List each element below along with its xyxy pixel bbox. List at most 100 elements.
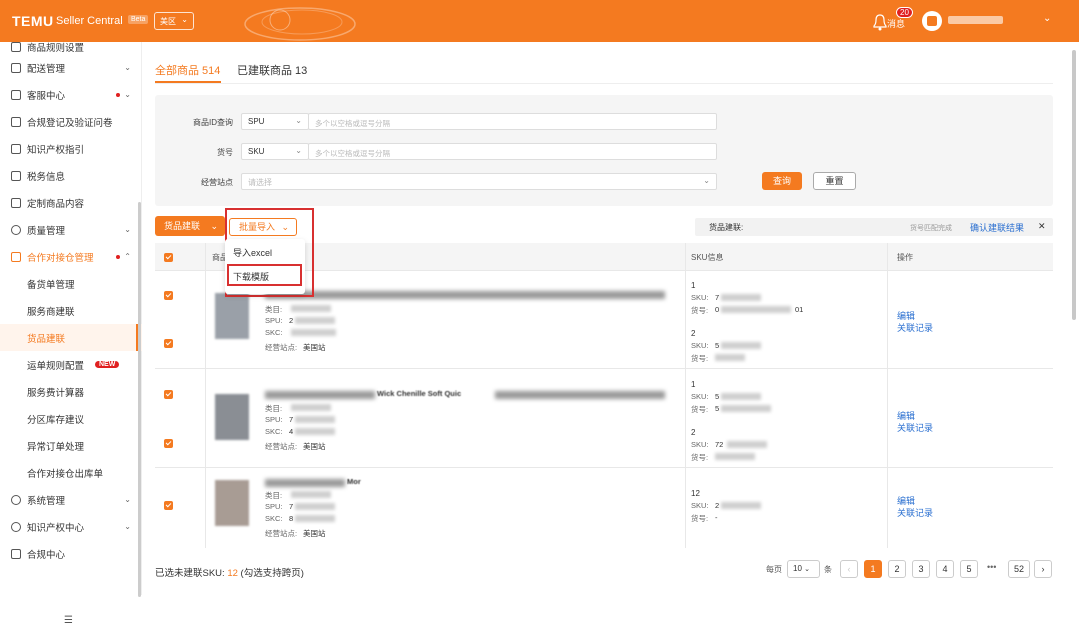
sidebar: 商品规则设置 配送管理 ⌄ 客服中心 ⌄ 合规登记及验证问卷 知识产权指引 税务信息… xyxy=(0,41,142,626)
site-select[interactable]: 请选择 ⌄ xyxy=(241,173,717,190)
category-label: 类目: xyxy=(265,305,283,314)
blurred-product-title[interactable] xyxy=(265,291,665,299)
page-2-button[interactable]: 2 xyxy=(888,560,906,578)
row-checkbox[interactable] xyxy=(164,439,173,448)
per-page-select[interactable]: 10 ⌄ xyxy=(787,560,820,578)
sidebar-item-system[interactable]: 系统管理 ⌄ xyxy=(0,486,142,513)
notification-label[interactable]: 消息 xyxy=(887,17,905,30)
sidebar-item-delivery[interactable]: 配送管理 ⌄ xyxy=(0,54,142,81)
link-record-link[interactable]: 关联记录 xyxy=(897,321,933,334)
link-record-link[interactable]: 关联记录 xyxy=(897,506,933,519)
sku-index: 1 xyxy=(691,281,696,290)
product-title-suffix[interactable]: Mor xyxy=(347,477,361,486)
link-record-link[interactable]: 关联记录 xyxy=(897,421,933,434)
unread-dot xyxy=(116,92,120,97)
reset-button[interactable]: 重置 xyxy=(813,172,856,190)
code-input[interactable]: 多个以空格或逗号分隔 xyxy=(308,143,717,160)
product-thumbnail[interactable] xyxy=(215,293,249,339)
tab-all-products[interactable]: 全部商品 514 xyxy=(155,62,220,78)
pagination-ellipsis[interactable]: ••• xyxy=(987,562,996,572)
site-placeholder: 请选择 xyxy=(248,178,272,187)
chevron-down-icon[interactable]: ⌄ xyxy=(1043,13,1051,24)
selected-count: 12 xyxy=(227,568,238,579)
confirm-link-result-link[interactable]: 确认建联结果 xyxy=(970,221,1024,234)
blurred-value xyxy=(295,317,335,324)
product-thumbnail[interactable] xyxy=(215,394,249,440)
blurred-value xyxy=(715,354,745,361)
product-title-suffix[interactable]: Wick Chenille Soft Quic xyxy=(377,389,461,398)
sidebar-item-compliance-center[interactable]: 合规中心 xyxy=(0,540,142,567)
main-content: 全部商品 514 已建联商品 13 商品ID查询 SPU ⌄ 多个以空格或逗号分隔… xyxy=(142,42,1079,595)
sidebar-item-label: 异常订单处理 xyxy=(27,441,85,453)
per-page-value: 10 xyxy=(793,564,802,573)
sku-label: SKU: xyxy=(691,501,709,510)
blurred-product-title[interactable] xyxy=(495,391,665,399)
page-4-button[interactable]: 4 xyxy=(936,560,954,578)
page-3-button[interactable]: 3 xyxy=(912,560,930,578)
product-id-label: 商品ID查询 xyxy=(193,118,233,127)
collapse-menu-icon[interactable]: ☰ xyxy=(64,615,73,626)
blurred-product-title[interactable] xyxy=(265,391,375,399)
spu-label: SPU: xyxy=(265,316,283,325)
blurred-value xyxy=(295,416,335,423)
sidebar-item-goods-link[interactable]: 货品建联 xyxy=(0,324,142,351)
sidebar-item-stock-orders[interactable]: 备货单管理 xyxy=(0,270,142,297)
sidebar-item-warehouse[interactable]: 合作对接仓管理 ⌃ xyxy=(0,243,142,270)
code-type-select[interactable]: SKU ⌄ xyxy=(241,143,309,160)
sidebar-item-compliance-register[interactable]: 合规登记及验证问卷 xyxy=(0,108,142,135)
row-checkbox[interactable] xyxy=(164,339,173,348)
page-1-button[interactable]: 1 xyxy=(864,560,882,578)
sidebar-item-zone-stock[interactable]: 分区库存建议 xyxy=(0,405,142,432)
filter-panel: 商品ID查询 SPU ⌄ 多个以空格或逗号分隔 货号 SKU ⌄ 多个以空格或逗号分… xyxy=(155,95,1053,206)
region-select[interactable]: 美区 ⌄ xyxy=(154,12,194,30)
sidebar-item-quality[interactable]: 质量管理 ⌄ xyxy=(0,216,142,243)
sidebar-item-label: 合作对接仓管理 xyxy=(27,252,94,264)
next-page-button[interactable]: › xyxy=(1034,560,1052,578)
product-thumbnail[interactable] xyxy=(215,480,249,526)
sidebar-item-provider-link[interactable]: 服务商建联 xyxy=(0,297,142,324)
tab-linked-products[interactable]: 已建联商品 13 xyxy=(237,62,307,78)
sidebar-item-ip-guide[interactable]: 知识产权指引 xyxy=(0,135,142,162)
chevron-down-icon: ⌄ xyxy=(295,146,302,155)
blurred-product-title[interactable] xyxy=(265,479,345,487)
sidebar-item-label: 合规中心 xyxy=(27,549,66,561)
blurred-value xyxy=(721,294,761,301)
site-value: 美国站 xyxy=(303,442,326,451)
check-circle-icon xyxy=(11,224,21,235)
sidebar-scrollbar[interactable] xyxy=(138,202,141,597)
sidebar-item-custom-content[interactable]: 定制商品内容 xyxy=(0,189,142,216)
avatar[interactable] xyxy=(922,11,942,31)
status-hint: 货号匹配完成 xyxy=(910,225,952,232)
code-prefix: 5 xyxy=(715,404,720,413)
chevron-down-icon: ⌄ xyxy=(124,495,131,504)
row-checkbox[interactable] xyxy=(164,501,173,510)
sidebar-item-exception-orders[interactable]: 异常订单处理 xyxy=(0,432,142,459)
sidebar-item-label: 分区库存建议 xyxy=(27,414,85,426)
main-scrollbar[interactable] xyxy=(1071,42,1077,595)
prev-page-button[interactable]: ‹ xyxy=(840,560,858,578)
book-icon xyxy=(11,143,21,154)
blurred-value xyxy=(291,404,331,411)
row-checkbox[interactable] xyxy=(164,390,173,399)
query-button[interactable]: 查询 xyxy=(762,172,802,190)
product-id-input[interactable]: 多个以空格或逗号分隔 xyxy=(308,113,717,130)
temu-logo[interactable]: TEMU xyxy=(12,13,54,29)
blurred-username[interactable] xyxy=(948,16,1003,24)
scrollbar-thumb[interactable] xyxy=(1072,50,1076,320)
clipboard-icon xyxy=(11,548,21,559)
sidebar-item-fee-calculator[interactable]: 服务费计算器 xyxy=(0,378,142,405)
row-checkbox[interactable] xyxy=(164,291,173,300)
warehouse-icon xyxy=(11,251,21,262)
sidebar-item-outbound[interactable]: 合作对接仓出库单 xyxy=(0,459,142,486)
sidebar-item-waybill-rules[interactable]: 运单规则配置 NEW xyxy=(0,351,142,378)
sidebar-item-tax[interactable]: 税务信息 xyxy=(0,162,142,189)
goods-link-button[interactable]: 货品建联 ⌄ xyxy=(155,216,225,236)
product-id-type-select[interactable]: SPU ⌄ xyxy=(241,113,309,130)
import-excel-item[interactable]: 导入excel xyxy=(233,246,272,259)
select-all-checkbox[interactable] xyxy=(164,253,173,262)
page-5-button[interactable]: 5 xyxy=(960,560,978,578)
page-52-button[interactable]: 52 xyxy=(1008,560,1030,578)
sidebar-item-customer-service[interactable]: 客服中心 ⌄ xyxy=(0,81,142,108)
close-icon[interactable]: ✕ xyxy=(1038,221,1046,232)
sidebar-item-ip-center[interactable]: 知识产权中心 ⌄ xyxy=(0,513,142,540)
